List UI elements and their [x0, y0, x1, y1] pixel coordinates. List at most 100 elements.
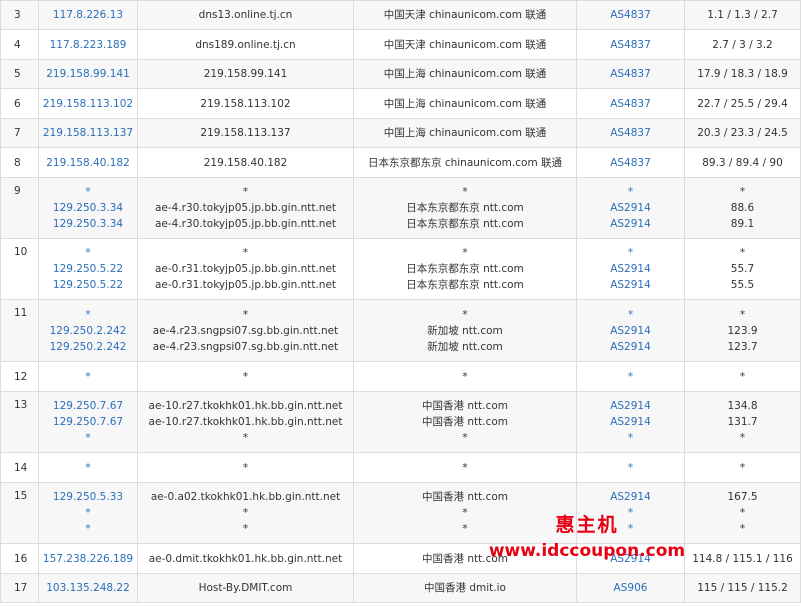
- hop-location: 中国香港 ntt.com: [422, 416, 508, 428]
- hop-rtt-cell: * 88.6 89.1: [684, 177, 801, 239]
- hop-ip[interactable]: 129.250.7.67: [41, 414, 135, 430]
- hop-asn[interactable]: AS4837: [579, 7, 682, 23]
- hop-ip[interactable]: 219.158.113.102: [41, 96, 135, 112]
- hop-hostname: ae-0.a02.tkokhk01.hk.bb.gin.ntt.net: [150, 491, 341, 503]
- hop-asn[interactable]: AS2914: [579, 339, 682, 355]
- hop-ip[interactable]: 219.158.113.137: [41, 125, 135, 141]
- hop-ip[interactable]: 129.250.5.22: [41, 261, 135, 277]
- hop-number: 11: [0, 299, 39, 362]
- hop-ip[interactable]: 117.8.223.189: [41, 37, 135, 53]
- table-row: 14 * * * * *: [0, 452, 801, 483]
- hop-ip-cell: 117.8.226.13: [38, 0, 138, 30]
- hop-rtt-cell: 115 / 115 / 115.2: [684, 573, 801, 603]
- hop-asn[interactable]: AS4837: [579, 96, 682, 112]
- hop-asn[interactable]: AS4837: [579, 125, 682, 141]
- hop-ip[interactable]: 219.158.40.182: [41, 155, 135, 171]
- hop-number: 7: [0, 118, 39, 148]
- hop-asn-cell: AS906: [576, 573, 685, 603]
- hop-asn[interactable]: AS2914: [579, 323, 682, 339]
- hop-hostname: *: [242, 308, 249, 321]
- hop-asn[interactable]: AS2914: [579, 216, 682, 232]
- hop-rtt: 115 / 115 / 115.2: [697, 582, 788, 594]
- hop-location: 日本东京都东京 chinaunicom.com 联通: [367, 156, 563, 169]
- hop-ip: *: [85, 432, 91, 444]
- hop-rtt-cell: * 123.9 123.7: [684, 299, 801, 362]
- hop-rtt-cell: *: [684, 361, 801, 392]
- hop-rtt-cell: 17.9 / 18.3 / 18.9: [684, 59, 801, 89]
- hop-hostname-cell: * ae-0.r31.tokyjp05.jp.bb.gin.ntt.net ae-0…: [137, 238, 354, 300]
- hop-ip-cell: 219.158.40.182: [38, 147, 138, 178]
- hop-rtt: *: [739, 507, 746, 519]
- hop-asn: *: [627, 461, 634, 474]
- hop-hostname-cell: *: [137, 452, 354, 483]
- hop-rtt-cell: 114.8 / 115.1 / 116: [684, 543, 801, 574]
- hop-location-cell: *: [353, 361, 577, 392]
- hop-ip: *: [85, 523, 91, 535]
- hop-ip[interactable]: 157.238.226.189: [41, 551, 135, 567]
- hop-rtt: 17.9 / 18.3 / 18.9: [697, 68, 788, 80]
- hop-ip: *: [85, 461, 91, 474]
- hop-asn[interactable]: AS2914: [579, 414, 682, 430]
- hop-ip-cell: *: [38, 361, 138, 392]
- hop-asn[interactable]: AS2914: [579, 200, 682, 216]
- hop-number: 12: [0, 361, 39, 392]
- hop-rtt-cell: 134.8 131.7 *: [684, 391, 801, 453]
- hop-asn[interactable]: AS4837: [579, 66, 682, 82]
- hop-hostname-cell: 219.158.113.137: [137, 118, 354, 148]
- hop-hostname: *: [242, 186, 249, 198]
- hop-number: 3: [0, 0, 39, 30]
- hop-rtt: 123.7: [727, 340, 758, 353]
- hop-ip[interactable]: 129.250.3.34: [41, 216, 135, 232]
- hop-ip[interactable]: 129.250.5.22: [41, 277, 135, 293]
- hop-ip[interactable]: 219.158.99.141: [41, 66, 135, 82]
- hop-location-cell: 中国上海 chinaunicom.com 联通: [353, 59, 577, 89]
- hop-ip-cell: 219.158.113.137: [38, 118, 138, 148]
- hop-location: 中国天津 chinaunicom.com 联通: [383, 9, 547, 21]
- hop-location: 新加坡 ntt.com: [427, 324, 503, 337]
- hop-asn[interactable]: AS2914: [579, 261, 682, 277]
- hop-ip-cell: 129.250.7.67 129.250.7.67 *: [38, 391, 138, 453]
- table-row: 13 129.250.7.67 129.250.7.67 * ae-10.r27.tko…: [0, 391, 801, 453]
- hop-asn-cell: * AS2914 AS2914: [576, 177, 685, 239]
- hop-asn[interactable]: AS4837: [579, 37, 682, 53]
- hop-ip[interactable]: 117.8.226.13: [41, 7, 135, 23]
- hop-ip-cell: 129.250.5.33 * *: [38, 482, 138, 544]
- hop-location: *: [462, 308, 468, 321]
- hop-ip[interactable]: 129.250.2.242: [41, 339, 135, 355]
- hop-location: 新加坡 ntt.com: [427, 340, 503, 353]
- hop-ip[interactable]: 129.250.7.67: [41, 398, 135, 414]
- hop-ip-cell: * 129.250.3.34 129.250.3.34: [38, 177, 138, 239]
- hop-location-cell: *: [353, 452, 577, 483]
- hop-rtt-cell: 2.7 / 3 / 3.2: [684, 29, 801, 60]
- table-row: 5 219.158.99.141 219.158.99.141 中国上海 chinau…: [0, 59, 801, 89]
- hop-asn[interactable]: AS2914: [579, 277, 682, 293]
- hop-asn: *: [627, 432, 634, 444]
- hop-location: 中国香港 dmit.io: [424, 582, 506, 594]
- hop-asn: *: [627, 186, 634, 198]
- hop-location: 日本东京都东京 ntt.com: [406, 263, 524, 275]
- hop-location: *: [462, 247, 468, 259]
- hop-ip[interactable]: 103.135.248.22: [41, 580, 135, 596]
- hop-hostname: 219.158.40.182: [203, 156, 288, 169]
- hop-asn-cell: *: [576, 452, 685, 483]
- hop-asn[interactable]: AS4837: [579, 155, 682, 171]
- hop-ip[interactable]: 129.250.3.34: [41, 200, 135, 216]
- hop-number: 15: [0, 482, 39, 544]
- hop-hostname-cell: ae-0.a02.tkokhk01.hk.bb.gin.ntt.net * *: [137, 482, 354, 544]
- hop-ip[interactable]: 129.250.5.33: [41, 489, 135, 505]
- hop-location: 中国香港 ntt.com: [422, 400, 508, 412]
- hop-asn[interactable]: AS906: [579, 580, 682, 596]
- hop-asn-cell: AS2914 AS2914 *: [576, 391, 685, 453]
- hop-rtt-cell: 20.3 / 23.3 / 24.5: [684, 118, 801, 148]
- hop-ip[interactable]: 129.250.2.242: [41, 323, 135, 339]
- hop-rtt: 2.7 / 3 / 3.2: [712, 38, 773, 51]
- hop-asn[interactable]: AS2914: [579, 398, 682, 414]
- hop-hostname: ae-10.r27.tkokhk01.hk.bb.gin.ntt.net: [148, 416, 343, 428]
- hop-location: *: [462, 432, 468, 444]
- hop-hostname: *: [242, 523, 249, 535]
- table-row: 6 219.158.113.102 219.158.113.102 中国上海 chin…: [0, 88, 801, 119]
- hop-hostname: *: [242, 507, 249, 519]
- hop-asn[interactable]: AS2914: [579, 489, 682, 505]
- hop-hostname: ae-4.r30.tokyjp05.jp.bb.gin.ntt.net: [154, 202, 337, 214]
- hop-number: 13: [0, 391, 39, 453]
